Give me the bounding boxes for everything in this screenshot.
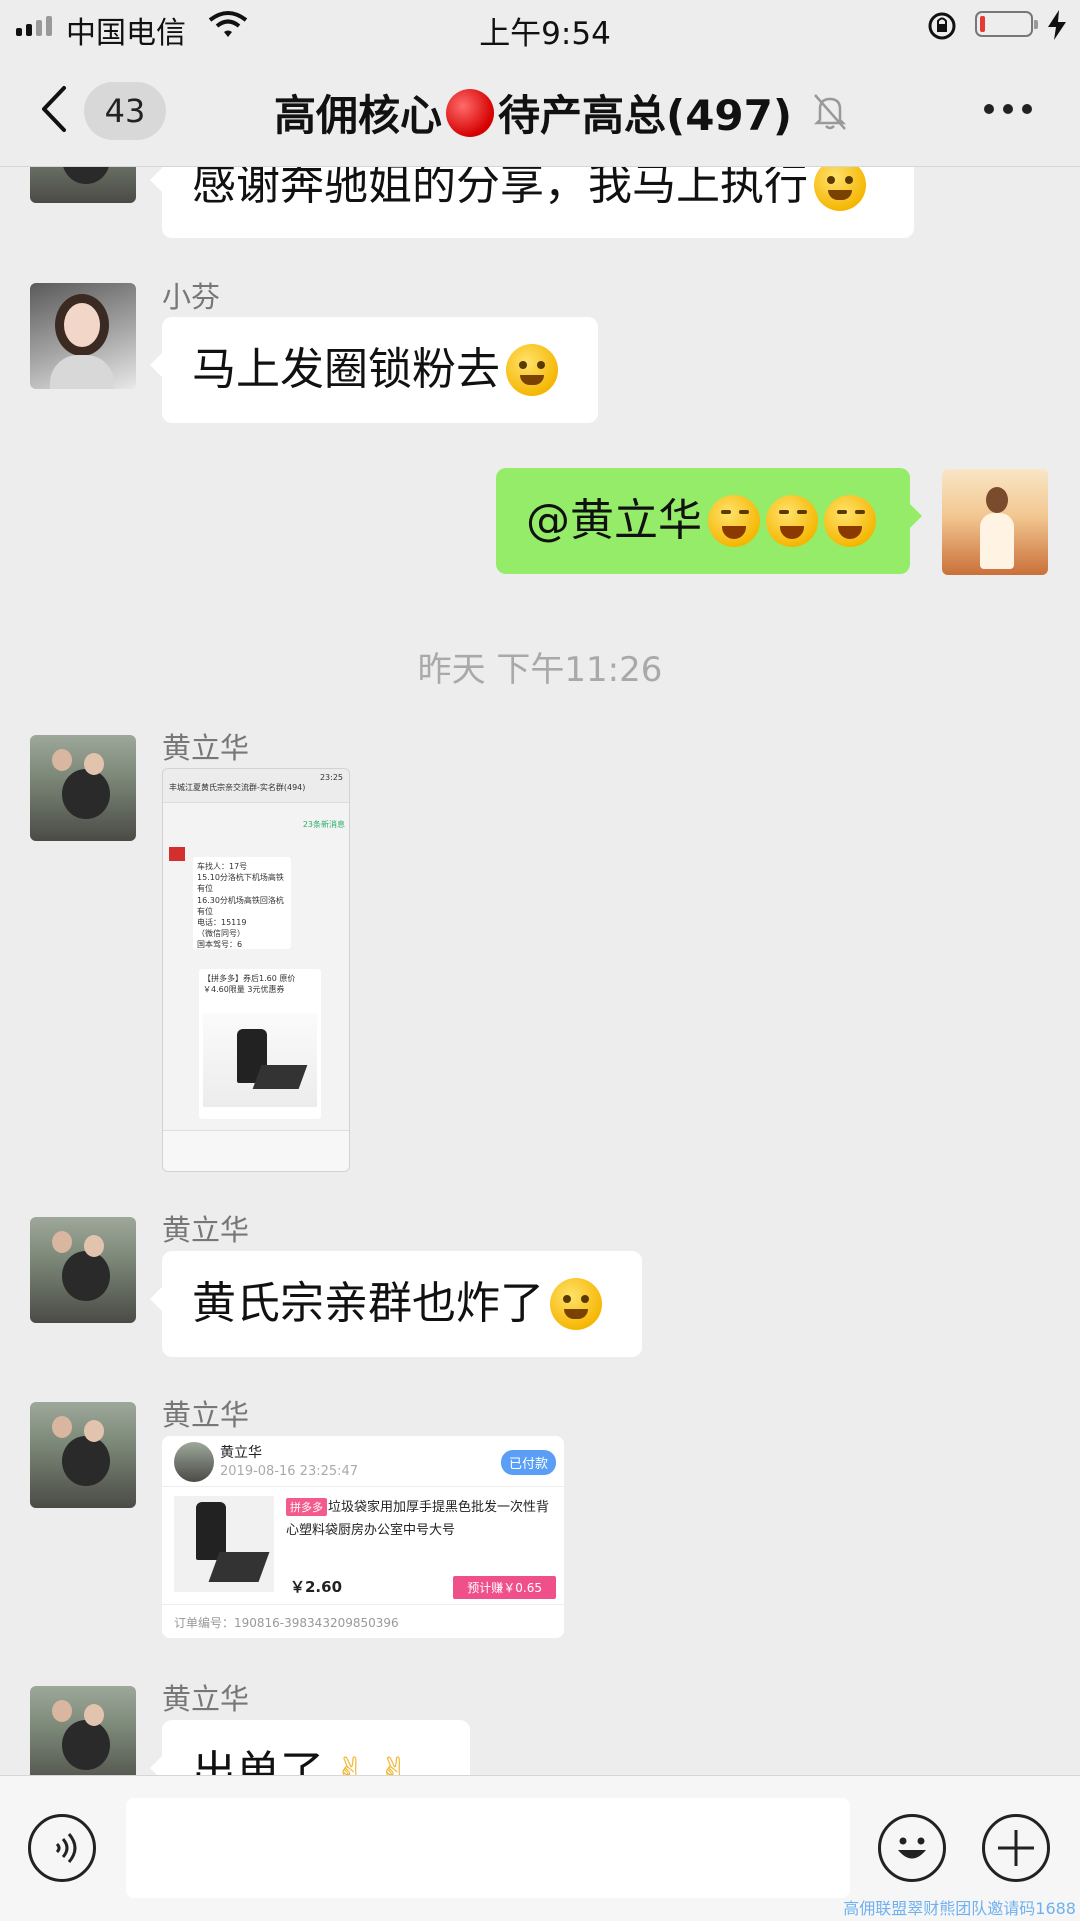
voice-icon[interactable] [28, 1814, 96, 1882]
image-message[interactable]: 23:25 丰城江夏黄氏宗亲交流群-实名群(494) 23条新消息 车找人：17… [162, 768, 350, 1172]
divider [162, 1604, 564, 1605]
chat-title: 高佣核心 待产高总(497) [274, 82, 792, 143]
screenshot-card-sub: ￥4.60限量 3元优惠券 [203, 985, 285, 995]
battery-icon [975, 11, 1038, 37]
watermark: 高佣联盟翠财熊团队邀请码1688 [843, 1899, 1076, 1918]
message-text: 感谢奔驰姐的分享，我马上执行 [192, 159, 808, 210]
screenshot-new-msgs: 23条新消息 [302, 820, 345, 829]
more-dots-icon[interactable] [984, 104, 1032, 114]
orientation-lock-icon [928, 12, 956, 40]
screenshot-card-title: 【拼多多】券后1.60 原价 [203, 974, 296, 983]
screenshot-time: 23:25 [319, 773, 343, 782]
message-text: @黄立华 [526, 495, 702, 546]
avatar[interactable] [30, 1402, 136, 1508]
time-divider: 昨天 下午11:26 [417, 650, 663, 690]
red-circle-emoji-icon [446, 88, 495, 137]
estimated-earning-badge: 预计赚￥0.65 [453, 1576, 556, 1599]
sender-name: 黄立华 [162, 1682, 250, 1716]
message-bubble[interactable]: 出单了 ✌ ✌ [150, 1720, 470, 1776]
screenshot-title: 丰城江夏黄氏宗亲交流群-实名群(494) [169, 783, 306, 792]
smirk-emoji-icon [506, 344, 558, 396]
avatar[interactable] [30, 283, 136, 389]
chat-title-right: 待产高总(497) [498, 91, 793, 140]
order-avatar [174, 1442, 214, 1482]
message-text: 黄氏宗亲群也炸了 [192, 1278, 544, 1329]
message-bubble[interactable]: 马上发圈锁粉去 [150, 317, 598, 423]
crying-emoji-icon [824, 495, 876, 547]
mute-bell-icon [813, 94, 847, 130]
order-number: 订单编号：190816-398343209850396 [174, 1616, 399, 1630]
chat-header: 43 高佣核心 待产高总(497) [0, 54, 1080, 167]
order-buyer-name: 黄立华 [220, 1445, 262, 1461]
order-card[interactable]: 黄立华 2019-08-16 23:25:47 已付款 垃圾袋家用加厚手提黑色批… [162, 1436, 564, 1638]
sender-name: 黄立华 [162, 731, 250, 765]
my-message-bubble[interactable]: @黄立华 [496, 468, 922, 574]
grin-emoji-icon [550, 1278, 602, 1330]
product-price: ￥2.60 [290, 1578, 343, 1596]
charging-bolt-icon [1048, 10, 1066, 40]
avatar[interactable] [30, 1217, 136, 1323]
crying-emoji-icon [708, 495, 760, 547]
back-chevron-icon[interactable] [36, 84, 76, 134]
screenshot-line: 15.10分洛杭下机场高铁有位 [197, 873, 284, 894]
divider [162, 1486, 564, 1487]
order-time: 2019-08-16 23:25:47 [220, 1464, 359, 1479]
message-input[interactable] [126, 1798, 850, 1898]
sender-name: 黄立华 [162, 1398, 250, 1432]
screenshot-text-card: 车找人：17号 15.10分洛杭下机场高铁有位 16.30分机场高铁回洛杭有位 … [193, 857, 291, 949]
product-image [174, 1496, 274, 1592]
screenshot-line: 电话：15119 [197, 917, 247, 927]
victory-hand-icon: ✌ [334, 1750, 368, 1775]
victory-hand-icon: ✌ [377, 1750, 412, 1775]
my-avatar[interactable] [942, 469, 1048, 575]
status-bar: 中国电信 上午9:54 [0, 0, 1080, 54]
message-text: 马上发圈锁粉去 [192, 344, 500, 395]
sender-name: 小芬 [162, 280, 221, 314]
message-list[interactable]: 感谢奔驰姐的分享，我马上执行 小芬 马上发圈锁粉去 @黄立华 昨天 下午11:2… [0, 0, 1080, 1775]
screenshot-input-bar [163, 1130, 349, 1171]
emoji-icon[interactable] [878, 1814, 946, 1882]
avatar[interactable] [30, 1686, 136, 1775]
message-bubble[interactable]: 黄氏宗亲群也炸了 [150, 1251, 642, 1357]
sender-name: 黄立华 [162, 1213, 250, 1247]
screenshot-line: 车找人：17号 [197, 862, 248, 871]
trash-bag-image [203, 1013, 317, 1107]
input-bar: 高佣联盟翠财熊团队邀请码1688 [0, 1775, 1080, 1921]
clock: 上午9:54 [479, 16, 611, 52]
flag-icon [169, 847, 185, 861]
screenshot-line: （微信同号） [197, 929, 245, 939]
avatar[interactable] [30, 735, 136, 841]
crying-emoji-icon [766, 495, 818, 547]
screenshot-line: 16.30分机场高铁回洛杭有位 [197, 895, 284, 916]
plus-icon[interactable] [982, 1814, 1050, 1882]
unread-count-badge[interactable]: 43 [84, 82, 166, 140]
platform-tag: 拼多多 [286, 1498, 327, 1516]
screenshot-header: 23:25 丰城江夏黄氏宗亲交流群-实名群(494) [163, 769, 349, 803]
paid-status-badge: 已付款 [500, 1450, 556, 1475]
message-text: 出单了 [192, 1747, 324, 1776]
chat-title-left: 高佣核心 [274, 91, 443, 140]
screenshot-line: 国本驾号：6 [197, 940, 243, 950]
